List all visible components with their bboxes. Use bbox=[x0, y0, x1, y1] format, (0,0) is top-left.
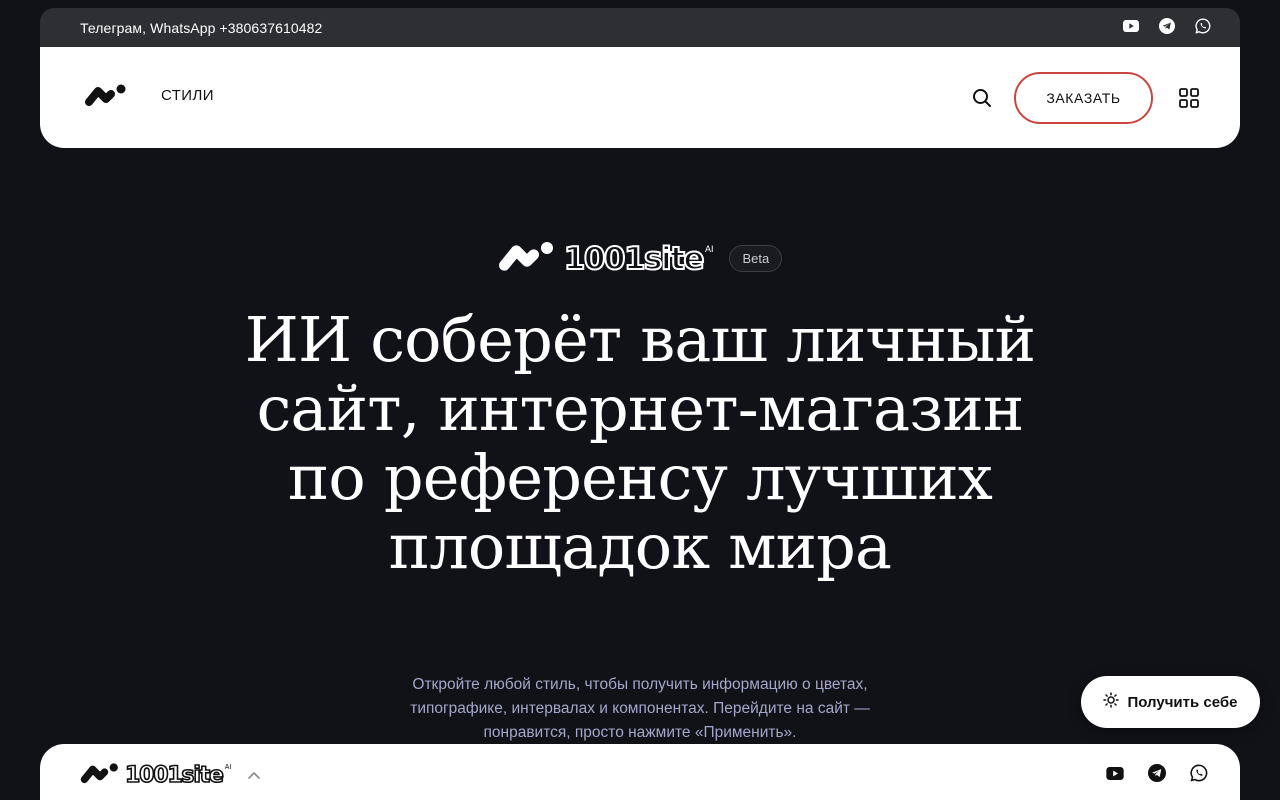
brand-name: 1001site bbox=[563, 240, 706, 278]
main-navbar: СТИЛИ ЗАКАЗАТЬ bbox=[40, 47, 1240, 148]
hero-brand: 1001site AI Beta bbox=[0, 240, 1280, 278]
sun-icon bbox=[1103, 692, 1120, 712]
brand-ai-sup: AI bbox=[224, 764, 232, 771]
top-social-links bbox=[1123, 18, 1211, 34]
whatsapp-icon[interactable] bbox=[1195, 18, 1211, 34]
get-for-yourself-button[interactable]: Получить себе bbox=[1081, 676, 1260, 728]
top-contact-bar: Телеграм, WhatsApp +380637610482 bbox=[40, 8, 1240, 48]
telegram-icon[interactable] bbox=[1159, 18, 1175, 34]
brand-ai-sup: AI bbox=[704, 244, 714, 254]
search-icon[interactable] bbox=[968, 84, 996, 112]
brand-mark-icon[interactable] bbox=[85, 83, 127, 112]
telegram-icon[interactable] bbox=[1148, 764, 1166, 787]
bottom-bar: 1001site AI bbox=[40, 744, 1240, 800]
hero-title: ИИ соберёт ваш личный сайт, интернет-маг… bbox=[244, 303, 1036, 583]
whatsapp-icon[interactable] bbox=[1190, 764, 1208, 787]
youtube-icon[interactable] bbox=[1123, 20, 1139, 32]
brand-mark-icon[interactable] bbox=[80, 762, 120, 789]
chevron-up-icon[interactable] bbox=[247, 771, 261, 780]
brand-mark-icon bbox=[498, 240, 556, 277]
brand-name[interactable]: 1001site bbox=[124, 762, 225, 789]
grid-menu-icon[interactable] bbox=[1176, 85, 1202, 111]
nav-link-styles[interactable]: СТИЛИ bbox=[161, 87, 214, 104]
youtube-icon[interactable] bbox=[1106, 766, 1124, 785]
beta-badge: Beta bbox=[729, 245, 783, 272]
contact-text: Телеграм, WhatsApp +380637610482 bbox=[80, 19, 323, 36]
get-button-label: Получить себе bbox=[1127, 693, 1238, 711]
hero-subtitle: Откройте любой стиль, чтобы получить инф… bbox=[410, 676, 870, 741]
order-button[interactable]: ЗАКАЗАТЬ bbox=[1014, 71, 1153, 124]
